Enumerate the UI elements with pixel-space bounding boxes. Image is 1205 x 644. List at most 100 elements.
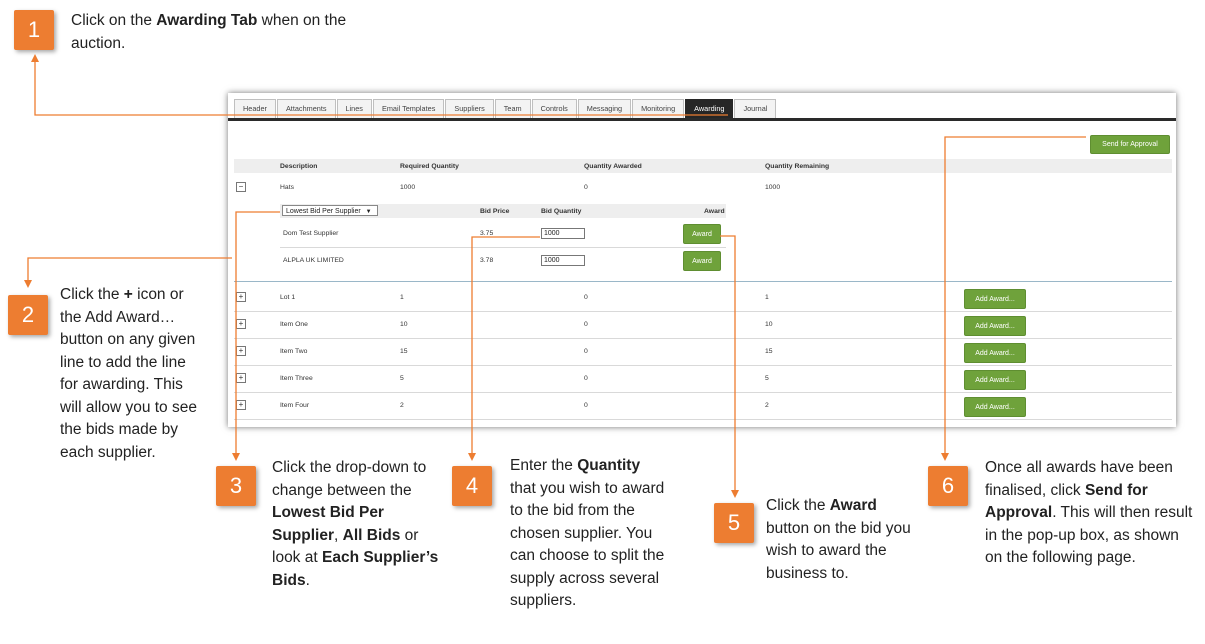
line-remaining: 2 [765, 402, 769, 409]
expand-icon[interactable]: + [236, 400, 246, 410]
add-award-button[interactable]: Add Award... [964, 316, 1026, 336]
row-divider [234, 311, 1172, 312]
line-remaining: 10 [765, 321, 773, 328]
line-required: 2 [400, 402, 404, 409]
add-award-button[interactable]: Add Award... [964, 397, 1026, 417]
callout-fragment: Click the drop-down to change between th… [272, 459, 427, 499]
step-5-text: Click the Award button on the bid you wi… [766, 495, 916, 585]
bid-quantity-input[interactable]: 1000 [541, 228, 585, 239]
callout-fragment: Click on the [71, 12, 157, 29]
line-remaining: 15 [765, 348, 773, 355]
connector-2 [24, 257, 232, 288]
expand-icon[interactable]: + [236, 292, 246, 302]
expanded-section-divider [234, 281, 1172, 282]
line-awarded: 0 [584, 294, 588, 301]
step-badge-2: 2 [8, 295, 48, 335]
bid-filter-dropdown[interactable]: Lowest Bid Per Supplier ▼ [282, 205, 378, 216]
callout-fragment: button on the bid you wish to award the … [766, 519, 911, 582]
bid-quantity-input[interactable]: 1000 [541, 255, 585, 266]
tab-bar: Header Attachments Lines Email Templates Sup… [234, 99, 777, 118]
col-quantity-remaining: Quantity Remaining [765, 163, 830, 170]
line-awarded: 0 [584, 375, 588, 382]
line-awarded: 0 [584, 402, 588, 409]
tab-underline [228, 118, 1176, 121]
row-divider [234, 338, 1172, 339]
line-required: 5 [400, 375, 404, 382]
row-divider [234, 392, 1172, 393]
step-6-text: Once all awards have been finalised, cli… [985, 457, 1197, 570]
collapse-icon[interactable]: − [236, 182, 246, 192]
bid-supplier: ALPLA UK LIMITED [283, 257, 344, 264]
line-required: 15 [400, 348, 408, 355]
line-remaining: 5 [765, 375, 769, 382]
tab-messaging[interactable]: Messaging [577, 99, 632, 118]
callout-fragment: Award [829, 497, 877, 514]
add-award-button[interactable]: Add Award... [964, 289, 1026, 309]
tab-lines[interactable]: Lines [336, 99, 372, 118]
bid-price: 3.78 [480, 257, 494, 264]
tab-email-templates[interactable]: Email Templates [372, 99, 445, 118]
line-description: Item One [280, 321, 308, 328]
bid-row-divider [280, 247, 726, 248]
step-badge-4: 4 [452, 466, 492, 506]
callout-fragment: Quantity [577, 457, 641, 474]
line-remaining: 1 [765, 294, 769, 301]
line-awarded: 0 [584, 321, 588, 328]
line-description: Hats [280, 184, 294, 191]
callout-fragment: , [334, 526, 343, 544]
col-award: Award [704, 208, 725, 215]
col-bid-price: Bid Price [480, 208, 510, 215]
tab-monitoring[interactable]: Monitoring [632, 99, 685, 118]
send-for-approval-button[interactable]: Send for Approval [1090, 135, 1170, 154]
line-awarded: 0 [584, 348, 588, 355]
col-description: Description [280, 163, 318, 170]
callout-fragment: . [305, 571, 310, 589]
step-badge-5: 5 [714, 503, 754, 543]
awarding-screen: Header Attachments Lines Email Templates Sup… [228, 93, 1176, 427]
chevron-down-icon: ▼ [365, 209, 372, 215]
callout-fragment: that you wish to award to the bid from t… [510, 479, 665, 610]
expand-icon[interactable]: + [236, 346, 246, 356]
step-4-text: Enter the Quantity that you wish to awar… [510, 455, 670, 613]
line-description: Item Two [280, 348, 308, 355]
line-awarded: 0 [584, 184, 588, 191]
tab-team[interactable]: Team [494, 99, 531, 118]
row-divider [234, 419, 1172, 420]
tab-attachments[interactable]: Attachments [276, 99, 336, 118]
line-description: Item Three [280, 375, 313, 382]
line-required: 1000 [400, 184, 416, 191]
callout-fragment: icon or the Add Award… button on any giv… [60, 286, 197, 461]
step-1-text: Click on the Awarding Tab when on the au… [71, 10, 361, 55]
add-award-button[interactable]: Add Award... [964, 370, 1026, 390]
award-button[interactable]: Award [683, 224, 721, 244]
row-divider [234, 365, 1172, 366]
col-bid-quantity: Bid Quantity [541, 208, 582, 215]
callout-fragment: + [123, 286, 133, 303]
expand-icon[interactable]: + [236, 373, 246, 383]
line-required: 1 [400, 294, 404, 301]
step-3-text: Click the drop-down to change between th… [272, 457, 440, 592]
table-header [234, 159, 1172, 173]
step-badge-6: 6 [928, 466, 968, 506]
line-remaining: 1000 [765, 184, 781, 191]
tab-controls[interactable]: Controls [531, 99, 577, 118]
col-required-quantity: Required Quantity [400, 163, 459, 170]
callout-fragment: Click the [60, 286, 124, 303]
col-quantity-awarded: Quantity Awarded [584, 163, 642, 170]
tab-awarding[interactable]: Awarding [685, 99, 734, 118]
bid-filter-value: Lowest Bid Per Supplier [286, 208, 361, 215]
callout-fragment: Awarding Tab [156, 12, 258, 29]
tab-journal[interactable]: Journal [734, 99, 777, 118]
award-button[interactable]: Award [683, 251, 721, 271]
add-award-button[interactable]: Add Award... [964, 343, 1026, 363]
callout-fragment: All Bids [342, 526, 401, 544]
tab-suppliers[interactable]: Suppliers [445, 99, 494, 118]
tab-header[interactable]: Header [234, 99, 276, 118]
line-description: Item Four [280, 402, 310, 409]
bid-supplier: Dom Test Supplier [283, 230, 339, 237]
step-2-text: Click the + icon or the Add Award… butto… [60, 284, 208, 464]
callout-fragment: Enter the [510, 457, 578, 474]
line-description: Lot 1 [280, 294, 296, 301]
step-badge-3: 3 [216, 466, 256, 506]
expand-icon[interactable]: + [236, 319, 246, 329]
